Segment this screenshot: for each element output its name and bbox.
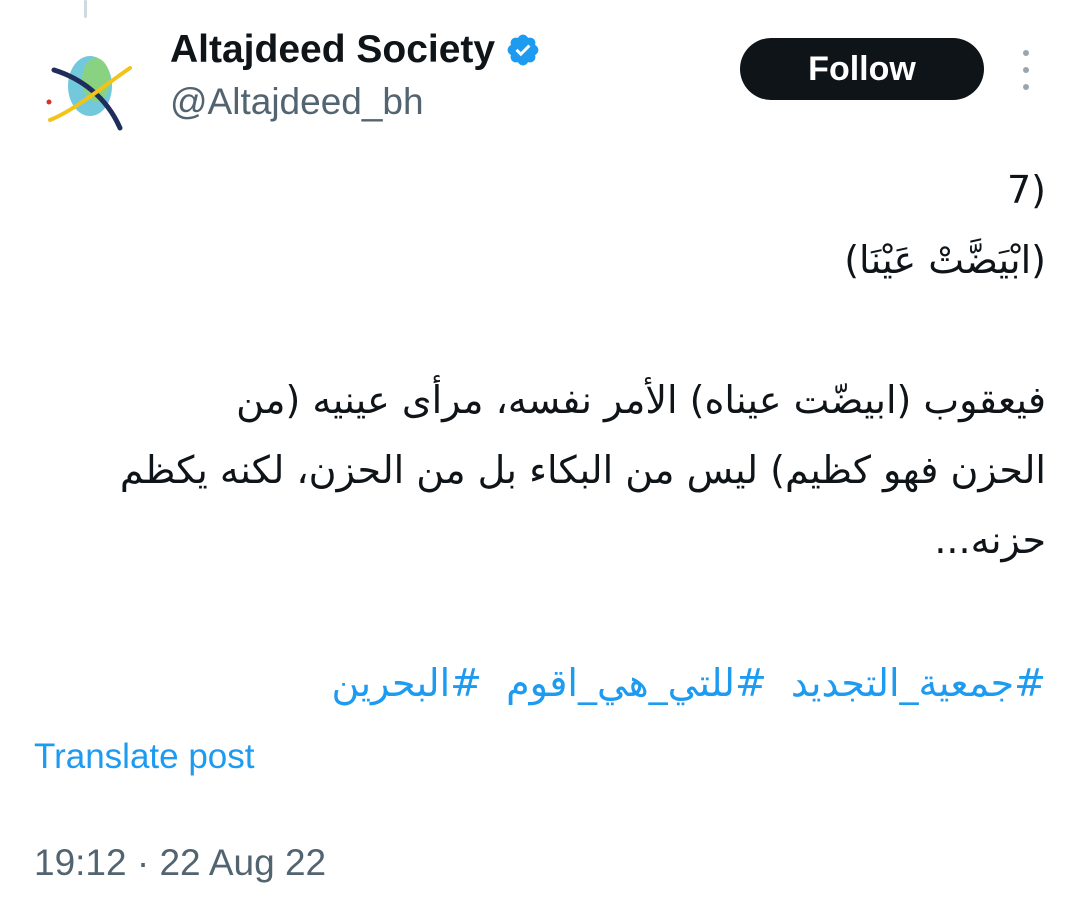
more-vertical-icon[interactable]: [1012, 50, 1040, 90]
more-dot: [1023, 67, 1029, 73]
author-handle[interactable]: @Altajdeed_bh: [170, 80, 424, 124]
tweet-line: (ابْيَضَّتْ عَيْنَا): [844, 238, 1046, 282]
author-name-row: Altajdeed Society: [170, 26, 541, 74]
tweet-text: (7 (ابْيَضَّتْ عَيْنَا) فيعقوب (ابيضّت ع…: [36, 155, 1046, 575]
tweet-line: حزنه...: [934, 518, 1046, 562]
thread-connector-line: [84, 0, 87, 18]
tweet-line: الحزن فهو كظيم) ليس من البكاء بل من الحز…: [119, 448, 1046, 492]
more-dot: [1023, 50, 1029, 56]
avatar[interactable]: [40, 40, 132, 132]
verified-badge-icon: [507, 34, 539, 66]
tweet-timestamp[interactable]: 19:12 · 22 Aug 22: [34, 840, 326, 886]
hashtag-link[interactable]: #جمعية_التجديد: [791, 661, 1046, 705]
hashtag-row: #جمعية_التجديد #للتي_هي_اقوم #البحرين: [36, 650, 1046, 716]
more-dot: [1023, 84, 1029, 90]
tweet-line: فيعقوب (ابيضّت عيناه) الأمر نفسه، مرأى ع…: [236, 378, 1046, 422]
tweet-line: (7: [1006, 168, 1046, 212]
follow-button[interactable]: Follow: [740, 38, 984, 100]
altajdeed-logo-icon: [46, 56, 132, 131]
author-display-name[interactable]: Altajdeed Society: [170, 26, 495, 74]
translate-post-link[interactable]: Translate post: [34, 735, 254, 779]
hashtag-link[interactable]: #البحرين: [332, 661, 482, 705]
hashtag-link[interactable]: #للتي_هي_اقوم: [506, 661, 767, 705]
